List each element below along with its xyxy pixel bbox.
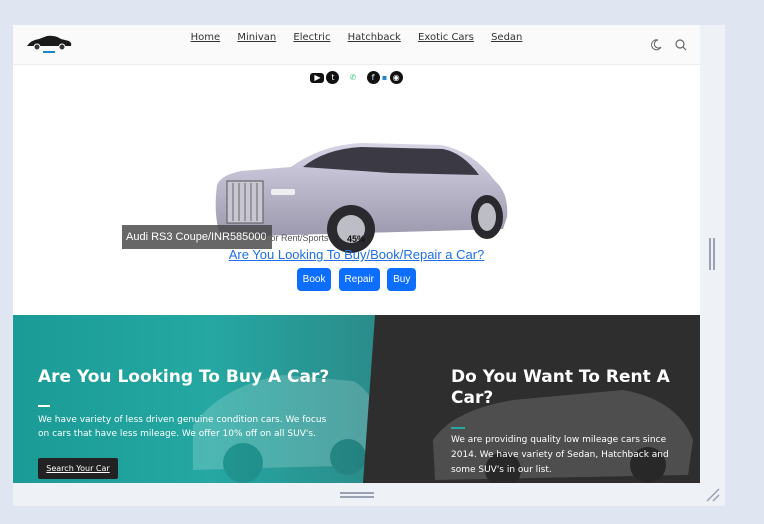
nav-sedan[interactable]: Sedan: [491, 32, 522, 43]
nav-home[interactable]: Home: [191, 32, 221, 43]
facebook-icon[interactable]: f: [366, 71, 380, 84]
rent-text: We are providing quality low mileage car…: [451, 435, 669, 475]
corner-resize-icon[interactable]: [705, 487, 721, 503]
bottom-resize-handle[interactable]: [340, 491, 374, 499]
nav-electric[interactable]: Electric: [293, 32, 330, 43]
nav-exotic-cars[interactable]: Exotic Cars: [418, 32, 474, 43]
navbar: Home Minivan Electric Hatchback Exotic C…: [13, 25, 700, 65]
buy-divider: [38, 405, 50, 407]
nav-minivan[interactable]: Minivan: [237, 32, 276, 43]
repair-button[interactable]: Repair: [338, 268, 381, 291]
moon-icon[interactable]: [649, 37, 663, 51]
promo-section: Are You Looking To Buy A Car? We have va…: [13, 315, 700, 483]
linkedin-icon[interactable]: ▪: [382, 71, 388, 84]
slide-caption: Audi RS3 Coupe/INR585000: [122, 225, 272, 249]
twitter-icon[interactable]: t: [326, 71, 340, 84]
search-icon[interactable]: [674, 37, 688, 51]
rent-divider: [451, 427, 465, 429]
slide-caption-sub: For Rent/Sports: [265, 233, 329, 243]
rent-title: Do You Want To Rent A Car?: [451, 367, 670, 408]
slide-discount: 45%: [347, 234, 366, 244]
github-icon[interactable]: ◉: [389, 71, 403, 84]
book-button[interactable]: Book: [296, 268, 332, 291]
nav-hatchback[interactable]: Hatchback: [348, 32, 401, 43]
nav-icons: [643, 37, 688, 56]
main-menu: Home Minivan Electric Hatchback Exotic C…: [13, 32, 700, 43]
youtube-icon[interactable]: ▶: [310, 72, 325, 83]
buy-title: Are You Looking To Buy A Car?: [38, 367, 330, 387]
hero-link[interactable]: Are You Looking To Buy/Book/Repair a Car…: [13, 247, 700, 262]
hero-buttons: Book Repair Buy: [13, 267, 700, 291]
whatsapp-icon[interactable]: ✆: [347, 71, 360, 84]
page: Home Minivan Electric Hatchback Exotic C…: [13, 25, 700, 483]
buy-button[interactable]: Buy: [387, 268, 417, 291]
social-icons: ▶ t ✆ f ▪ ◉: [13, 67, 700, 84]
buy-text: We have variety of less driven genuine c…: [38, 415, 327, 439]
search-car-button[interactable]: Search Your Car: [38, 458, 118, 479]
side-resize-handle[interactable]: [708, 238, 716, 270]
